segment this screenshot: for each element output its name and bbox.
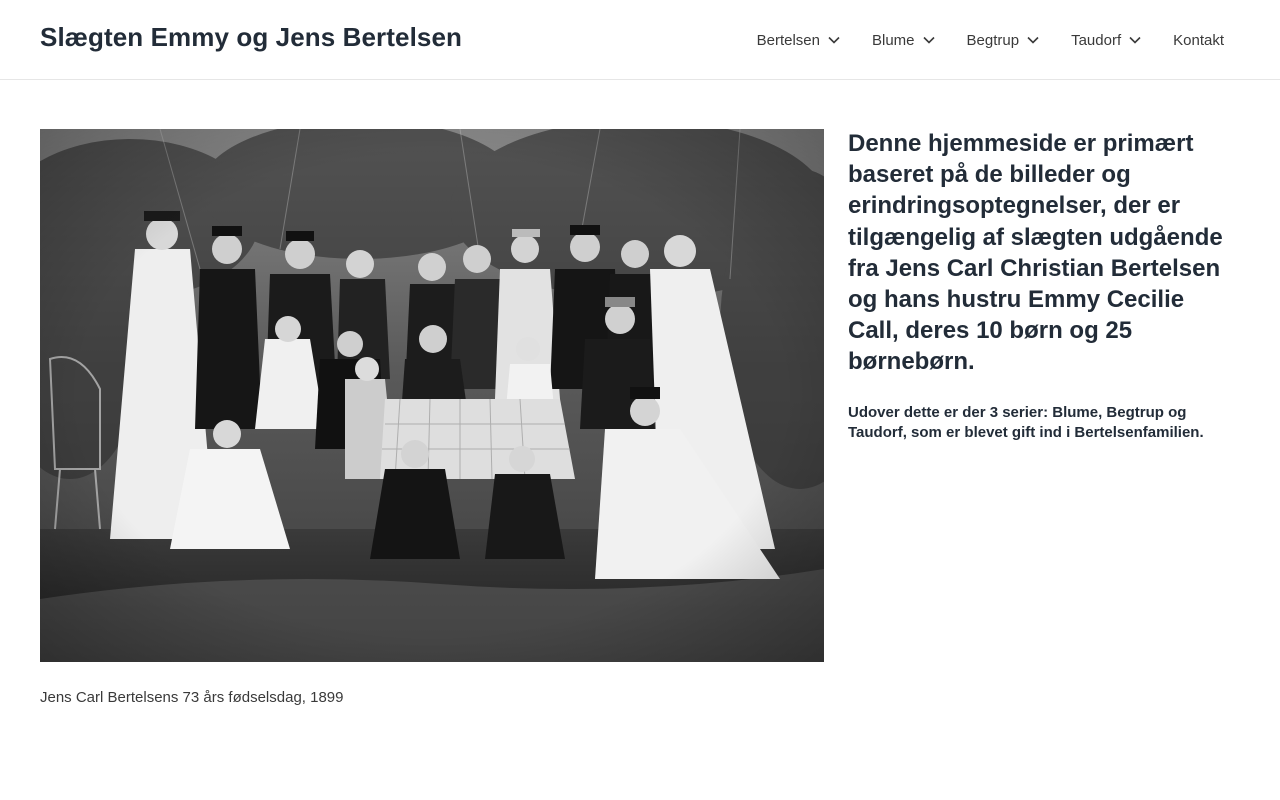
nav-item-label: Bertelsen	[756, 31, 820, 49]
chevron-down-icon[interactable]	[1027, 36, 1039, 44]
chevron-down-icon[interactable]	[922, 36, 935, 44]
photo-caption: Jens Carl Bertelsens 73 års fødselsdag, …	[40, 689, 344, 706]
chevron-down-icon[interactable]	[1129, 36, 1141, 44]
site-header: Slægten Emmy og Jens Bertelsen Bertelsen…	[0, 0, 1280, 80]
intro-heading: Denne hjemmeside er primært baseret på d…	[848, 130, 1223, 376]
nav-item-taudorf[interactable]: Taudorf	[1071, 0, 1141, 80]
nav-item-label: Blume	[872, 31, 915, 49]
nav-item-kontakt[interactable]: Kontakt	[1173, 0, 1224, 80]
nav-item-label: Taudorf	[1071, 31, 1122, 49]
nav-item-bertelsen[interactable]: Bertelsen	[757, 0, 840, 80]
site-title[interactable]: Slægten Emmy og Jens Bertelsen	[40, 22, 462, 53]
nav-item-label: Kontakt	[1173, 31, 1224, 49]
chevron-down-icon[interactable]	[828, 36, 840, 44]
nav-item-label: Begtrup	[966, 31, 1020, 49]
family-photo	[40, 129, 824, 662]
family-photo-illustration	[40, 129, 824, 662]
nav-item-blume[interactable]: Blume	[872, 0, 935, 80]
main-navigation: Bertelsen Blume Begtrup Taudorf Kontakt	[757, 0, 1224, 80]
nav-item-begtrup[interactable]: Begtrup	[967, 0, 1040, 80]
intro-note: Udover dette er der 3 serier: Blume, Beg…	[848, 404, 1204, 441]
